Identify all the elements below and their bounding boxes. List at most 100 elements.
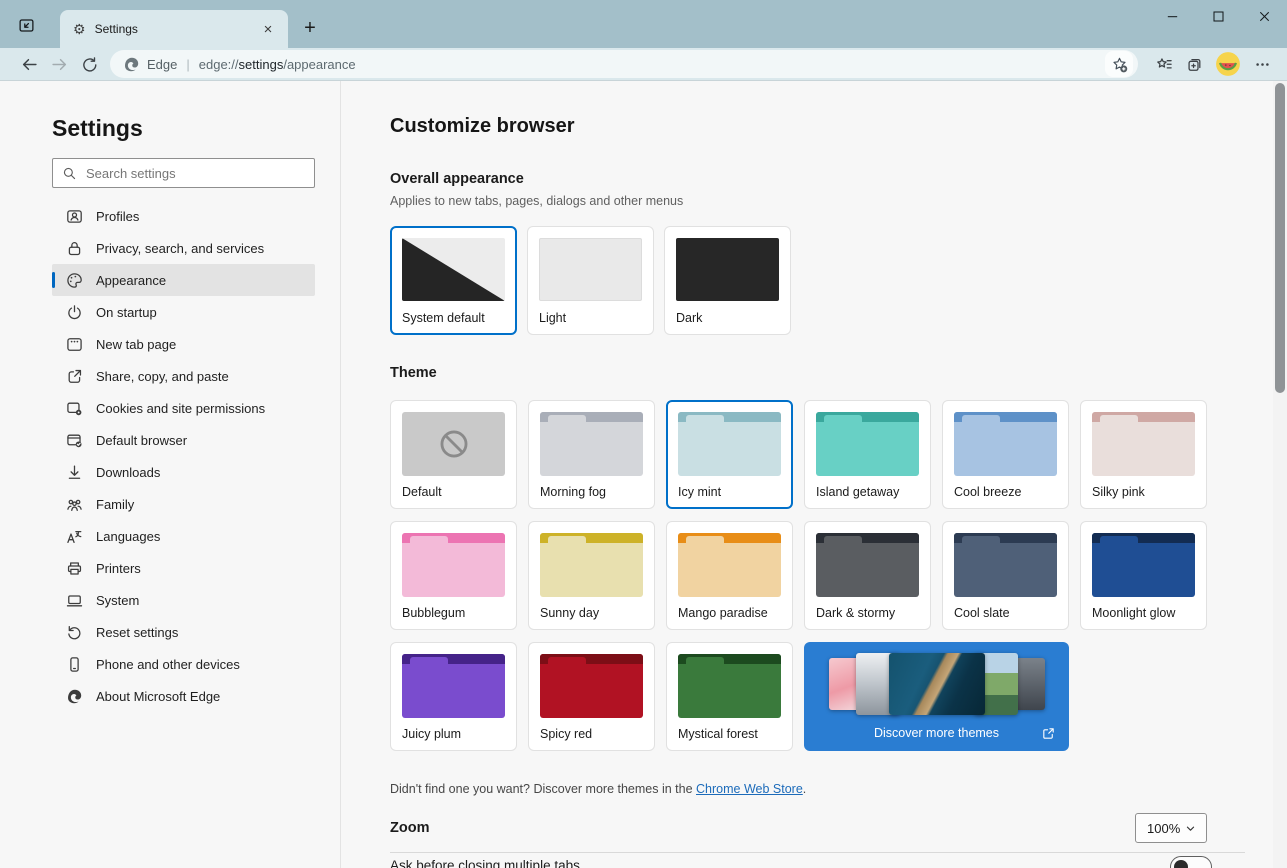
sidebar-item-default-browser[interactable]: Default browser (52, 424, 315, 456)
sidebar-item-privacy-search-and-services[interactable]: Privacy, search, and services (52, 232, 315, 264)
add-favorite-icon[interactable] (1105, 51, 1133, 77)
forward-icon[interactable] (44, 50, 74, 78)
theme-tile-cool-slate[interactable]: Cool slate (942, 521, 1069, 630)
maximize-button[interactable] (1195, 0, 1241, 33)
favorites-icon[interactable] (1149, 50, 1179, 78)
settings-main: Customize browser Overall appearance App… (341, 81, 1287, 868)
close-button[interactable] (1241, 0, 1287, 33)
appearance-option-dark[interactable]: Dark (664, 226, 791, 335)
zoom-value: 100% (1147, 820, 1181, 836)
zoom-row: Zoom 100% (390, 813, 1207, 843)
theme-tile-mystical-forest[interactable]: Mystical forest (666, 642, 793, 751)
theme-tile-icy-mint[interactable]: Icy mint (666, 400, 793, 509)
url-separator: | (186, 56, 190, 72)
more-menu-icon[interactable] (1247, 50, 1277, 78)
page-scrollbar[interactable] (1273, 81, 1287, 868)
theme-preview (954, 533, 1057, 597)
appearance-option-light[interactable]: Light (527, 226, 654, 335)
theme-tile-silky-pink[interactable]: Silky pink (1080, 400, 1207, 509)
theme-tile-cool-breeze[interactable]: Cool breeze (942, 400, 1069, 509)
zoom-dropdown[interactable]: 100% (1135, 813, 1207, 843)
ask-before-closing-label: Ask before closing multiple tabs (390, 858, 580, 868)
address-bar[interactable]: Edge | edge://settings/appearance (110, 50, 1138, 78)
sidebar-item-on-startup[interactable]: On startup (52, 296, 315, 328)
sidebar-item-downloads[interactable]: Downloads (52, 456, 315, 488)
theme-tile-default[interactable]: Default (390, 400, 517, 509)
theme-tile-spicy-red[interactable]: Spicy red (528, 642, 655, 751)
settings-sidebar: Settings ProfilesPrivacy, search, and se… (0, 81, 341, 868)
sidebar-item-printers[interactable]: Printers (52, 552, 315, 584)
sidebar-item-share-copy-and-paste[interactable]: Share, copy, and paste (52, 360, 315, 392)
sidebar-item-system[interactable]: System (52, 584, 315, 616)
default-browser-icon (66, 432, 83, 449)
discover-more-themes-tile[interactable]: Discover more themes (804, 642, 1069, 751)
palette-icon (66, 272, 83, 289)
printers-icon (66, 560, 83, 577)
edge-logo-icon (123, 56, 140, 73)
scrollbar-thumb[interactable] (1275, 83, 1285, 393)
browser-tab-settings[interactable]: ⚙ Settings × (60, 10, 288, 48)
share-icon (66, 368, 83, 385)
ask-before-closing-toggle[interactable] (1170, 856, 1212, 868)
languages-icon (66, 528, 83, 545)
footer-row: Ask before closing multiple tabs (390, 856, 1212, 868)
sidebar-item-appearance[interactable]: Appearance (52, 264, 315, 296)
collections-icon[interactable] (1179, 50, 1209, 78)
tab-close-icon[interactable]: × (258, 19, 278, 39)
system-icon (66, 592, 83, 609)
sidebar-item-family[interactable]: Family (52, 488, 315, 520)
zoom-heading: Zoom (390, 819, 430, 836)
chevron-down-icon (1186, 826, 1195, 831)
sidebar-item-phone-and-other-devices[interactable]: Phone and other devices (52, 648, 315, 680)
theme-tile-juicy-plum[interactable]: Juicy plum (390, 642, 517, 751)
family-icon (66, 496, 83, 513)
theme-tile-moonlight-glow[interactable]: Moonlight glow (1080, 521, 1207, 630)
theme-tile-dark-stormy[interactable]: Dark & stormy (804, 521, 931, 630)
tab-title: Settings (94, 22, 138, 36)
theme-grid: Default Morning fog Icy mint Island getaway… (390, 400, 1207, 751)
theme-preview (540, 654, 643, 718)
back-icon[interactable] (14, 50, 44, 78)
theme-thumbnails (804, 653, 1069, 715)
search-settings-input[interactable] (86, 165, 305, 181)
theme-preview (816, 412, 919, 476)
theme-tile-morning-fog[interactable]: Morning fog (528, 400, 655, 509)
overall-appearance-heading: Overall appearance (390, 171, 524, 187)
theme-preview (816, 533, 919, 597)
lock-icon (66, 240, 83, 257)
new-tab-button[interactable]: + (297, 15, 323, 41)
sidebar-item-new-tab-page[interactable]: New tab page (52, 328, 315, 360)
prohibition-icon (440, 430, 467, 458)
page-title: Customize browser (390, 115, 575, 137)
theme-preview (678, 533, 781, 597)
chrome-web-store-link[interactable]: Chrome Web Store (696, 782, 803, 796)
refresh-icon[interactable] (74, 50, 104, 78)
theme-preview (1092, 412, 1195, 476)
sidebar-item-languages[interactable]: Languages (52, 520, 315, 552)
theme-preview (1092, 533, 1195, 597)
profile-avatar[interactable] (1215, 51, 1241, 77)
minimize-button[interactable] (1149, 0, 1195, 33)
theme-preview (678, 654, 781, 718)
theme-preview (954, 412, 1057, 476)
cookies-icon (66, 400, 83, 417)
sidebar-item-about-microsoft-edge[interactable]: About Microsoft Edge (52, 680, 315, 712)
theme-preview (402, 412, 505, 476)
search-settings-box[interactable] (52, 158, 315, 188)
theme-tile-island-getaway[interactable]: Island getaway (804, 400, 931, 509)
sidebar-title: Settings (52, 115, 143, 141)
edge-icon (66, 688, 83, 705)
theme-tile-mango-paradise[interactable]: Mango paradise (666, 521, 793, 630)
theme-tile-sunny-day[interactable]: Sunny day (528, 521, 655, 630)
theme-heading: Theme (390, 365, 437, 381)
sidebar-item-reset-settings[interactable]: Reset settings (52, 616, 315, 648)
phone-icon (66, 656, 83, 673)
theme-preview (678, 412, 781, 476)
sidebar-item-cookies-and-site-permissions[interactable]: Cookies and site permissions (52, 392, 315, 424)
theme-preview (540, 412, 643, 476)
theme-tile-bubblegum[interactable]: Bubblegum (390, 521, 517, 630)
sidebar-item-profiles[interactable]: Profiles (52, 200, 315, 232)
appearance-option-system-default[interactable]: System default (390, 226, 517, 335)
tab-actions-menu-icon[interactable] (13, 12, 39, 38)
browser-window: ⚙ Settings × + Edge | edge://settings/ap… (0, 0, 1287, 868)
